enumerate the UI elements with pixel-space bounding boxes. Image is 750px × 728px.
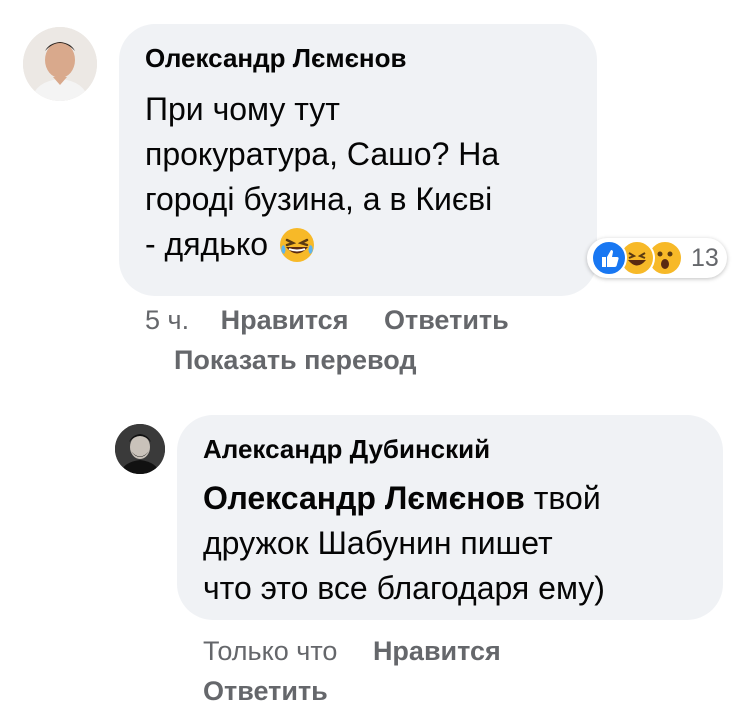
avatar-comment1[interactable] bbox=[23, 27, 97, 101]
comment-text: Олександр Лємєнов твой дружок Шабунин пи… bbox=[203, 476, 605, 611]
comment-author[interactable]: Олександр Лємєнов bbox=[145, 43, 407, 74]
timestamp[interactable]: 5 ч. bbox=[145, 305, 189, 335]
comment-text-line: При чому тут bbox=[145, 91, 340, 127]
comment-text-fragment: твой bbox=[524, 480, 601, 516]
like-button[interactable]: Нравится bbox=[221, 305, 349, 335]
comment-actions: 5 ч. Нравится Ответить bbox=[145, 305, 509, 336]
comment-text-line: прокуратура, Сашо? На bbox=[145, 136, 500, 172]
comment-author[interactable]: Александр Дубинский bbox=[203, 434, 490, 465]
comment-text: При чому тут прокуратура, Сашо? На город… bbox=[145, 87, 499, 267]
laughing-face-icon bbox=[278, 226, 316, 264]
show-translation-label: Показать перевод bbox=[174, 345, 417, 375]
comment-actions: Только что Нравится bbox=[203, 636, 501, 667]
reply-button[interactable]: Ответить bbox=[384, 305, 509, 335]
avatar-comment2[interactable] bbox=[115, 424, 165, 474]
reply-label: Ответить bbox=[203, 676, 328, 706]
show-translation-link[interactable]: Показать перевод bbox=[174, 345, 417, 376]
comment-text-line: что это все благодаря ему) bbox=[203, 570, 605, 606]
mention-link[interactable]: Олександр Лємєнов bbox=[203, 480, 525, 516]
like-icon bbox=[591, 240, 627, 276]
person-photo-icon bbox=[23, 27, 97, 101]
person-photo-icon bbox=[115, 424, 165, 474]
reactions-summary[interactable]: 13 bbox=[587, 238, 727, 278]
comment-text-line: дружок Шабунин пишет bbox=[203, 525, 553, 561]
reply-button[interactable]: Ответить bbox=[203, 676, 328, 707]
comment-text-line: городі бузина, а в Києві bbox=[145, 181, 493, 217]
reaction-count: 13 bbox=[691, 243, 719, 272]
timestamp[interactable]: Только что bbox=[203, 636, 337, 666]
comment-text-line: - дядько bbox=[145, 226, 269, 262]
like-button[interactable]: Нравится bbox=[373, 636, 501, 666]
